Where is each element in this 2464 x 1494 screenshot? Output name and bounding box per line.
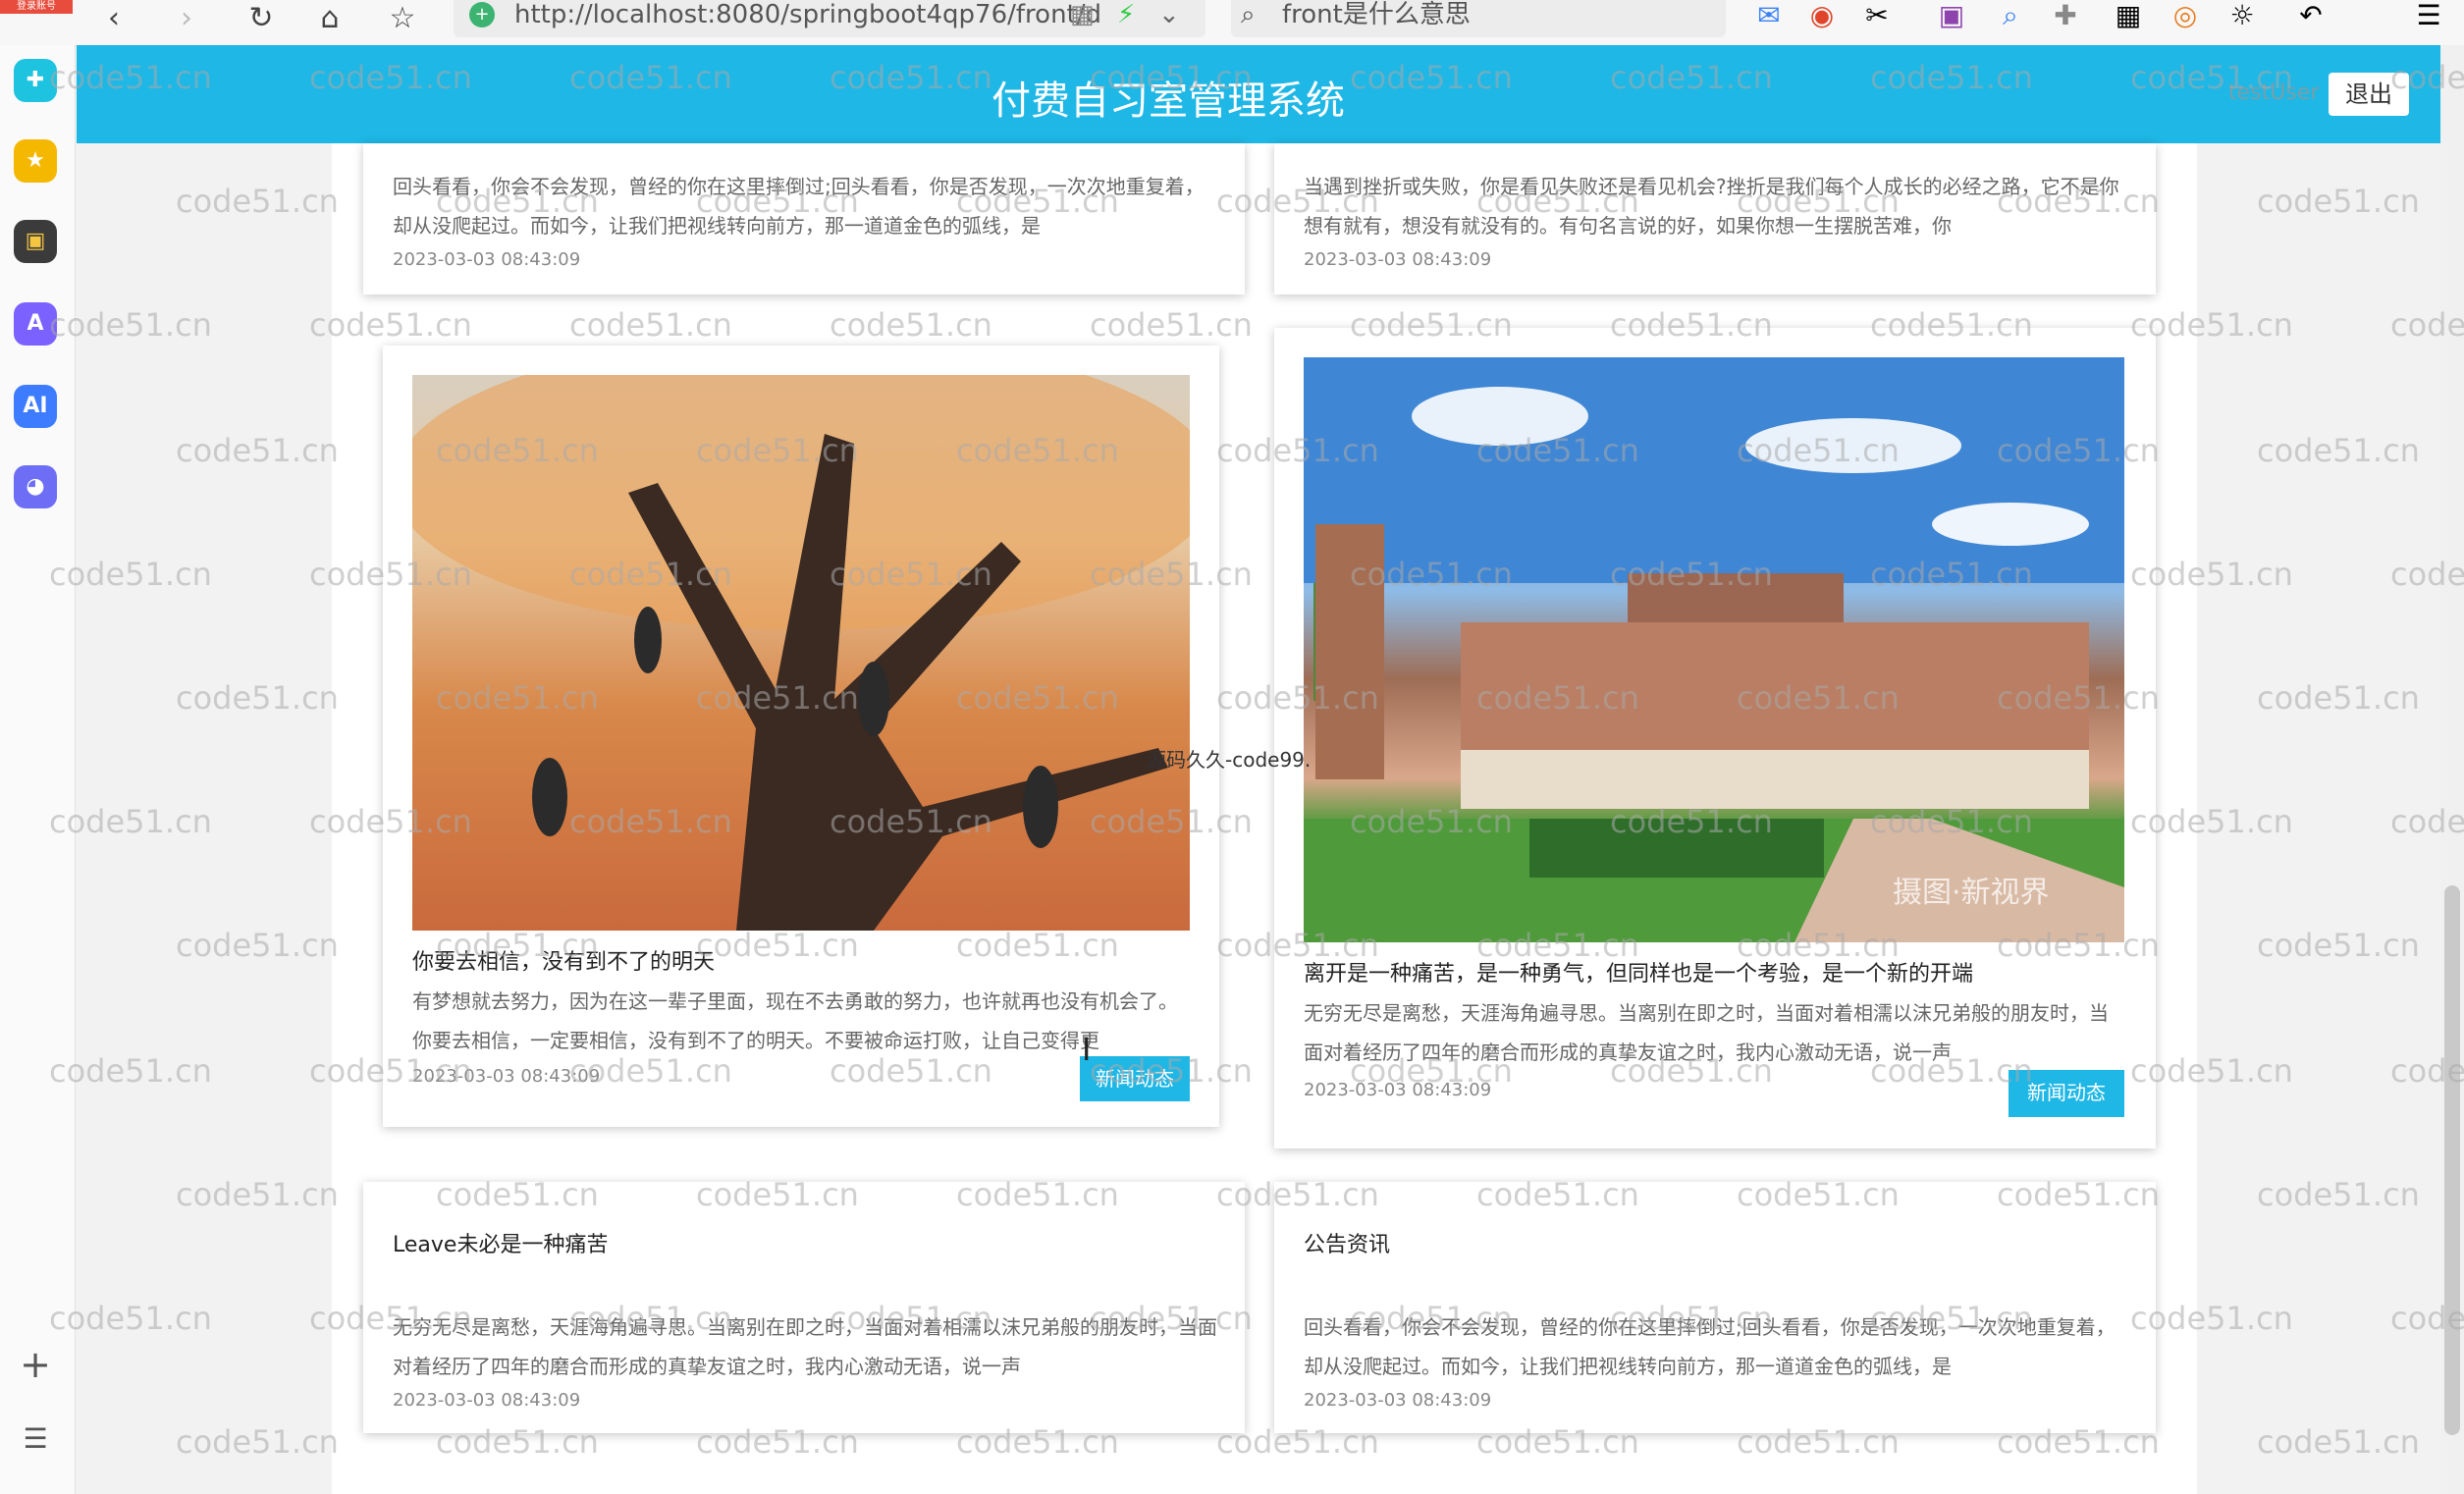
- news-card[interactable]: 你要去相信，没有到不了的明天 有梦想就去努力，因为在这一辈子里面，现在不去勇敢的…: [383, 346, 1219, 1127]
- address-bar[interactable]: + http://localhost:8080/springboot4qp76/…: [454, 0, 1205, 37]
- text-cursor-icon: I: [1082, 1031, 1092, 1068]
- chevron-down-icon[interactable]: ⌄: [1158, 0, 1180, 29]
- news-card-title[interactable]: Leave未必是一种痛苦: [393, 1227, 608, 1258]
- news-card-desc: 回头看看，你会不会发现，曾经的你在这里摔倒过;回头看看，你是否发现，一次次地重复…: [1304, 1315, 2116, 1378]
- news-card-time: 2023-03-03 08:43:09: [1304, 1390, 1492, 1411]
- menu-icon[interactable]: ☰: [2409, 0, 2448, 35]
- brightness-icon[interactable]: ☼: [2223, 0, 2262, 35]
- chat-bot-icon[interactable]: ◕: [14, 465, 57, 508]
- news-card[interactable]: 公告资讯 回头看看，你会不会发现，曾经的你在这里摔倒过;回头看看，你是否发现，一…: [1274, 1182, 2156, 1433]
- address-bar-url: http://localhost:8080/springboot4qp76/fr…: [514, 0, 1102, 29]
- login-account-badge[interactable]: 登录账号: [0, 0, 73, 14]
- news-card-time: 2023-03-03 08:43:09: [1304, 1080, 1492, 1100]
- add-app-icon[interactable]: ✚: [14, 59, 57, 102]
- ai-writer-icon[interactable]: A: [14, 302, 57, 346]
- site-header: 付费自习室管理系统 testUser 退出: [77, 45, 2440, 143]
- news-card-title[interactable]: 你要去相信，没有到不了的明天: [412, 944, 715, 976]
- back-icon[interactable]: ‹: [94, 4, 134, 35]
- find-icon[interactable]: ⌕: [1991, 0, 2030, 35]
- news-category-tag[interactable]: 新闻动态: [1080, 1056, 1190, 1101]
- news-card[interactable]: 当遇到挫折或失败，你是看见失败还是看见机会?挫折是我们每个人成长的必经之路，它不…: [1274, 143, 2156, 294]
- news-list: 回头看看，你会不会发现，曾经的你在这里摔倒过;回头看看，你是否发现，一次次地重复…: [332, 143, 2197, 1494]
- current-username: testUser: [2228, 80, 2320, 105]
- campus-building-photo: [1304, 357, 2124, 942]
- news-card-image[interactable]: 摄图·新视界: [1304, 357, 2124, 942]
- grid-icon[interactable]: ▦: [2109, 0, 2148, 35]
- favorites-star-icon[interactable]: ★: [14, 139, 57, 183]
- extensions-icon[interactable]: ✚: [2046, 0, 2085, 35]
- news-category-tag[interactable]: 新闻动态: [2009, 1070, 2124, 1117]
- list-icon[interactable]: ☰: [16, 1419, 55, 1459]
- autumn-tree-illustration: [412, 375, 1190, 931]
- news-card-time: 2023-03-03 08:43:09: [412, 1066, 601, 1087]
- browser-toolbar: ‹ › ↻ ⌂ ☆ + http://localhost:8080/spring…: [0, 0, 2464, 46]
- page-scrollbar-thumb[interactable]: [2444, 885, 2460, 1435]
- bookmark-star-icon[interactable]: ☆: [383, 4, 422, 35]
- add-icon[interactable]: +: [16, 1345, 55, 1384]
- qr-code-icon[interactable]: ▦: [1070, 0, 1095, 29]
- site-title: 付费自习室管理系统: [991, 79, 1345, 124]
- news-card-image[interactable]: [412, 375, 1190, 931]
- image-watermark: 摄图·新视界: [1893, 876, 2050, 910]
- search-query: front是什么意思: [1282, 0, 1471, 29]
- news-card-time: 2023-03-03 08:43:09: [393, 249, 581, 270]
- forward-icon[interactable]: ›: [167, 4, 206, 35]
- mail-icon[interactable]: ✉: [1749, 0, 1789, 35]
- news-card[interactable]: 回头看看，你会不会发现，曾经的你在这里摔倒过;回头看看，你是否发现，一次次地重复…: [363, 143, 1245, 294]
- news-card-desc: 回头看看，你会不会发现，曾经的你在这里摔倒过;回头看看，你是否发现，一次次地重复…: [393, 175, 1205, 238]
- news-card-desc: 无穷无尽是离愁，天涯海角遍寻思。当离别在即之时，当面对着相濡以沫兄弟般的朋友时，…: [1304, 1001, 2109, 1064]
- undo-icon[interactable]: ↶: [2291, 0, 2330, 35]
- news-card-desc: 有梦想就去努力，因为在这一辈子里面，现在不去勇敢的努力，也许就再也没有机会了。你…: [412, 989, 1178, 1052]
- search-box[interactable]: ⌕ front是什么意思: [1231, 0, 1726, 37]
- site-secure-icon: +: [469, 2, 495, 27]
- source-overlay-label: 源码久久-code99.: [1147, 748, 1312, 772]
- page: 付费自习室管理系统 testUser 退出 回头看看，你会不会发现，曾经的你在这…: [77, 45, 2440, 1494]
- news-card[interactable]: 摄图·新视界 离开是一种痛苦，是一种勇气，但同样也是一个考验，是一个新的开端 无…: [1274, 328, 2156, 1148]
- game-controller-icon[interactable]: ▣: [14, 220, 57, 263]
- ai-icon[interactable]: AI: [14, 385, 57, 428]
- scissors-icon[interactable]: ✂: [1857, 0, 1897, 35]
- weibo-icon[interactable]: ◉: [1802, 0, 1842, 35]
- translate-icon[interactable]: ▣: [1932, 0, 1971, 35]
- news-card-desc: 当遇到挫折或失败，你是看见失败还是看见机会?挫折是我们每个人成长的必经之路，它不…: [1304, 175, 2119, 238]
- side-dock: 登录账号 ✚ ★ ▣ A AI ◕ + ☰: [0, 0, 76, 1494]
- news-card-desc: 无穷无尽是离愁，天涯海角遍寻思。当离别在即之时，当面对着相濡以沫兄弟般的朋友时，…: [393, 1315, 1217, 1378]
- news-card-title[interactable]: 离开是一种痛苦，是一种勇气，但同样也是一个考验，是一个新的开端: [1304, 956, 1973, 987]
- reload-icon[interactable]: ↻: [241, 4, 281, 35]
- home-icon[interactable]: ⌂: [310, 4, 349, 35]
- lightning-icon[interactable]: ⚡: [1117, 0, 1135, 29]
- news-card-title[interactable]: 公告资讯: [1304, 1227, 1390, 1258]
- page-scrollbar[interactable]: [2440, 45, 2464, 1494]
- news-card-time: 2023-03-03 08:43:09: [393, 1390, 581, 1411]
- news-card-time: 2023-03-03 08:43:09: [1304, 249, 1492, 270]
- ai-assistant-icon[interactable]: ◎: [2166, 0, 2205, 35]
- news-card[interactable]: Leave未必是一种痛苦 无穷无尽是离愁，天涯海角遍寻思。当离别在即之时，当面对…: [363, 1182, 1245, 1433]
- logout-button[interactable]: 退出: [2329, 73, 2409, 116]
- search-icon: ⌕: [1241, 0, 1256, 29]
